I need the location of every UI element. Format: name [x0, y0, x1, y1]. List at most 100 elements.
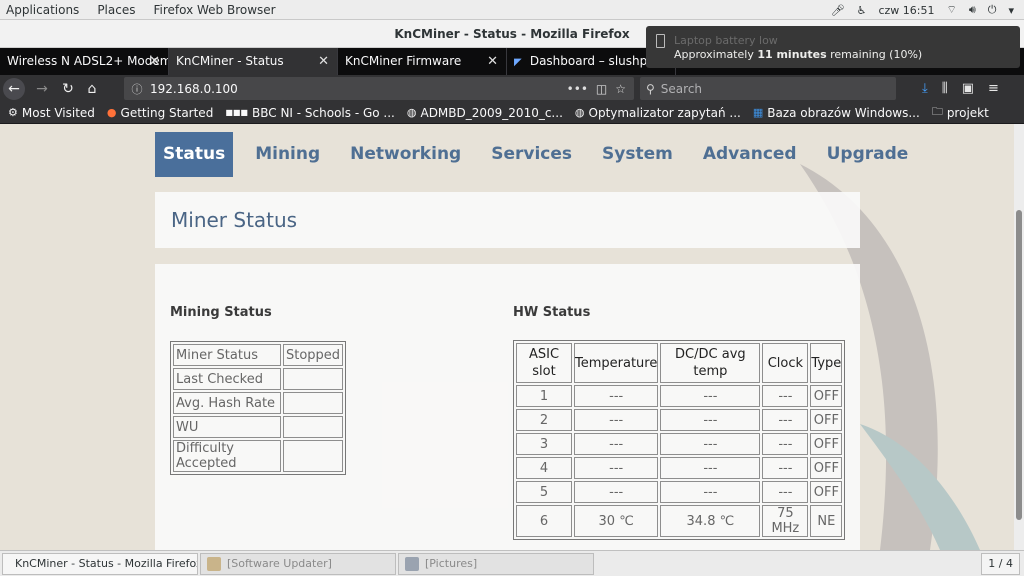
gnome-top-bar: Applications Places Firefox Web Browser …: [0, 0, 1024, 20]
hw-status-table: ASIC slot Temperature DC/DC avg temp Clock…: [513, 340, 846, 540]
tab-kncminer-status[interactable]: KnCMiner - Status ✕: [169, 48, 338, 75]
close-icon[interactable]: ✕: [318, 48, 329, 75]
bbc-icon: ■■■: [225, 108, 248, 117]
bookmark-admbd[interactable]: ◍ ADMBD_2009_2010_c...: [407, 106, 563, 120]
mining-status-title: Mining Status: [170, 305, 272, 320]
status-header-panel: Miner Status: [155, 192, 860, 248]
col-clock: Clock: [762, 343, 809, 383]
col-asic-slot: ASIC slot: [516, 343, 572, 383]
library-icon[interactable]: ⫼: [942, 81, 948, 96]
places-menu[interactable]: Places: [89, 3, 145, 17]
close-icon[interactable]: ✕: [487, 48, 498, 75]
scrollbar-thumb[interactable]: [1016, 210, 1022, 520]
power-icon[interactable]: ⏻: [988, 3, 997, 17]
table-row: 2 --- --- --- OFF: [516, 409, 843, 431]
search-placeholder: Search: [660, 81, 703, 96]
notification-title: Laptop battery low: [674, 34, 778, 47]
gear-icon: ⚙: [8, 106, 18, 119]
task-pictures[interactable]: [Pictures]: [398, 552, 594, 575]
task-firefox[interactable]: KnCMiner - Status - Mozilla Firefox: [2, 552, 198, 575]
battery-icon: [656, 34, 665, 48]
bookmark-baza-obrazow[interactable]: ▦ Baza obrazów Windows...: [753, 106, 920, 120]
folder-icon: 🗀︎: [931, 105, 943, 118]
clock[interactable]: czw 16:51: [878, 4, 934, 17]
table-row: Miner Status Stopped: [173, 344, 344, 366]
row-label: Last Checked: [173, 368, 281, 390]
table-row: 6 30 ℃ 34.8 ℃ 75 MHz NE: [516, 505, 843, 537]
url-bar[interactable]: ⓘ 192.168.0.100 ••• ◫ ☆: [124, 77, 634, 100]
hamburger-menu-icon[interactable]: ≡: [988, 81, 999, 96]
globe-icon: ◍: [574, 106, 585, 119]
url-text[interactable]: 192.168.0.100: [150, 82, 567, 96]
applications-menu[interactable]: Applications: [0, 3, 89, 17]
row-value: [283, 440, 344, 472]
info-icon[interactable]: ⓘ: [124, 81, 150, 97]
workspace-indicator[interactable]: 1 / 4: [981, 553, 1020, 575]
table-row: Avg. Hash Rate: [173, 392, 344, 414]
row-label: Miner Status: [173, 344, 281, 366]
menu-status[interactable]: Status: [155, 132, 234, 177]
navigation-toolbar: ← → ↻ ⌂ ⓘ 192.168.0.100 ••• ◫ ☆ ⚲ Search…: [0, 75, 1024, 102]
row-label: Difficulty Accepted: [173, 440, 281, 472]
bookmark-most-visited[interactable]: ⚙ Most Visited: [8, 106, 95, 120]
task-software-updater[interactable]: [Software Updater]: [200, 552, 396, 575]
table-row: Last Checked: [173, 368, 344, 390]
chevron-down-icon[interactable]: ▾: [1008, 4, 1014, 17]
bookmark-bbc[interactable]: ■■■ BBC NI - Schools - Go ...: [225, 106, 395, 120]
page-title: Miner Status: [171, 208, 298, 232]
table-row: 1 --- --- --- OFF: [516, 385, 843, 407]
tab-label: KnCMiner - Status: [176, 54, 284, 68]
bookmark-getting-started[interactable]: ● Getting Started: [107, 106, 213, 120]
col-type: Type: [810, 343, 843, 383]
forward-button[interactable]: →: [31, 78, 53, 100]
software-updater-icon: [207, 556, 221, 571]
bookmark-optymalizator[interactable]: ◍ Optymalizator zapytań ...: [575, 106, 741, 120]
row-label: WU: [173, 416, 281, 438]
back-button[interactable]: ←: [3, 77, 25, 100]
menu-upgrade[interactable]: Upgrade: [819, 132, 917, 177]
menu-services[interactable]: Services: [483, 132, 580, 177]
volume-icon[interactable]: 🔊︎: [969, 3, 976, 17]
windows-icon: ▦: [752, 106, 764, 119]
search-icon: ⚲: [646, 81, 655, 96]
menu-system[interactable]: System: [594, 132, 681, 177]
tab-label: Wireless N ADSL2+ Modem R: [7, 54, 169, 68]
bookmarks-toolbar: ⚙ Most Visited ● Getting Started ■■■ BBC NI…: [0, 102, 1024, 124]
tab-modem[interactable]: Wireless N ADSL2+ Modem R ✕: [0, 48, 169, 75]
tab-kncminer-firmware[interactable]: KnCMiner Firmware ✕: [338, 48, 507, 75]
table-row: Difficulty Accepted: [173, 440, 344, 472]
page-scrollbar[interactable]: [1014, 124, 1024, 550]
accessibility-icon[interactable]: ♿︎: [857, 4, 867, 17]
hw-status-title: HW Status: [513, 305, 591, 320]
table-row: 5 --- --- --- OFF: [516, 481, 843, 503]
slushpool-icon: ◤: [514, 57, 522, 68]
download-icon[interactable]: ⤓: [922, 81, 928, 96]
app-menu[interactable]: Firefox Web Browser: [145, 3, 285, 17]
menu-mining[interactable]: Mining: [247, 132, 328, 177]
row-value: [283, 416, 344, 438]
firefox-icon: ●: [106, 106, 117, 119]
search-bar[interactable]: ⚲ Search: [640, 77, 896, 100]
bookmark-projekt[interactable]: 🗀︎ projekt: [932, 103, 989, 122]
reload-button[interactable]: ↻: [57, 78, 79, 100]
table-row: 3 --- --- --- OFF: [516, 433, 843, 455]
window-list-taskbar: KnCMiner - Status - Mozilla Firefox [Sof…: [0, 550, 1024, 576]
table-header-row: ASIC slot Temperature DC/DC avg temp Clock…: [516, 343, 843, 383]
tab-label: KnCMiner Firmware: [345, 54, 462, 68]
table-row: WU: [173, 416, 344, 438]
sidebar-icon[interactable]: ▣: [962, 81, 974, 96]
home-button[interactable]: ⌂: [81, 78, 103, 100]
close-icon[interactable]: ✕: [149, 48, 160, 75]
system-tray: 🎤︎ ♿︎ czw 16:51 ⌔ 🔊︎ ⏻ ▾: [831, 0, 1014, 20]
pocket-icon[interactable]: ◫: [596, 82, 607, 96]
status-panel: Mining Status HW Status Miner Status Stop…: [155, 264, 860, 550]
col-temperature: Temperature: [574, 343, 659, 383]
battery-notification[interactable]: Laptop battery low Approximately 11 minu…: [646, 26, 1020, 68]
page-actions-icon[interactable]: •••: [567, 82, 588, 96]
menu-networking[interactable]: Networking: [342, 132, 469, 177]
menu-advanced[interactable]: Advanced: [695, 132, 805, 177]
page-content: Status Mining Networking Services System…: [0, 124, 1014, 550]
wifi-icon[interactable]: ⌔: [946, 3, 956, 17]
bookmark-star-icon[interactable]: ☆: [615, 82, 626, 96]
mic-icon[interactable]: 🎤︎: [831, 4, 845, 17]
